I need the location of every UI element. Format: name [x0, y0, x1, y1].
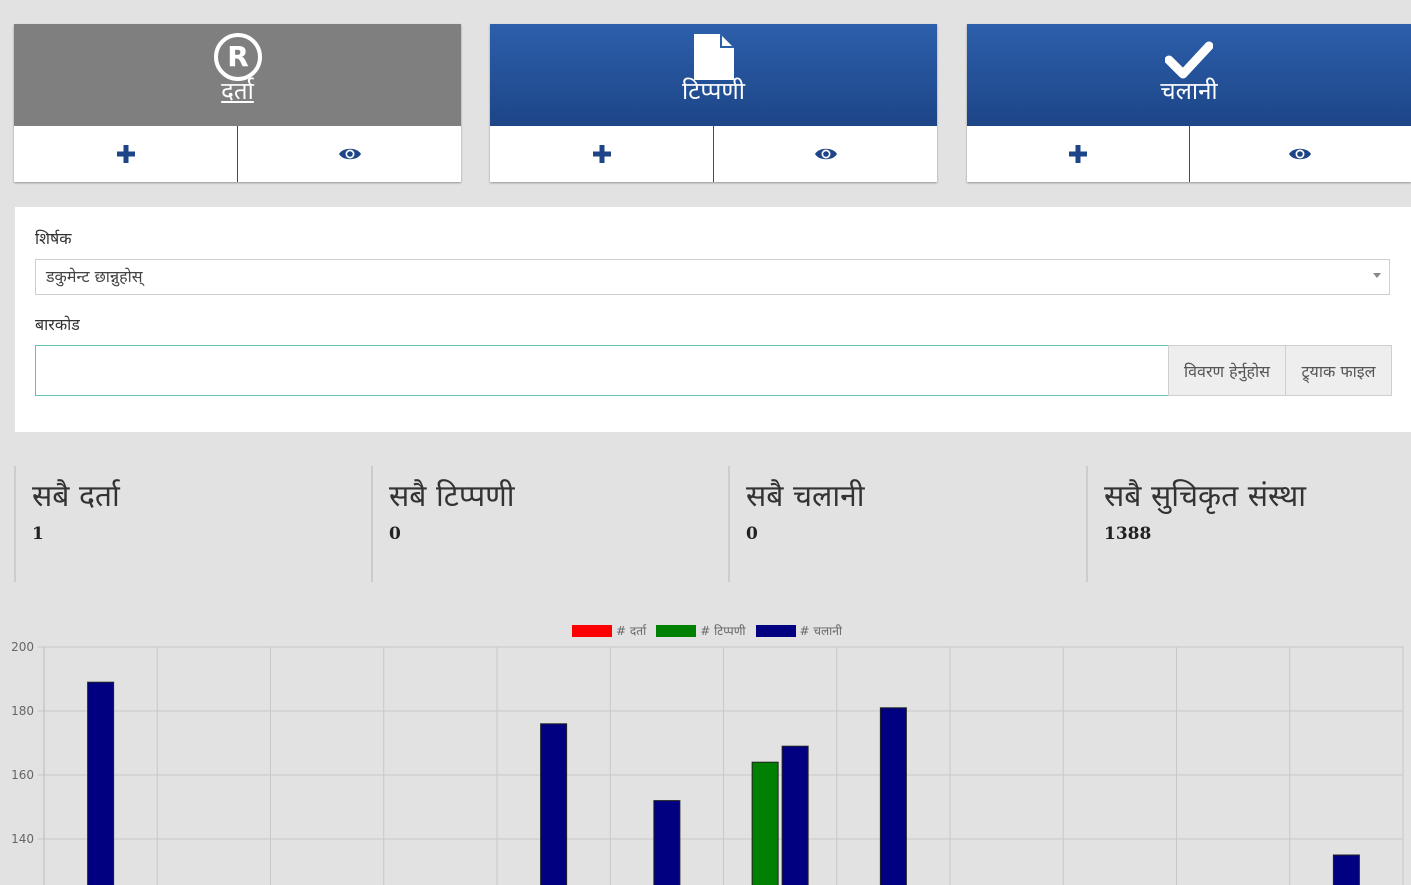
stat-title: सबै चलानी — [746, 479, 865, 514]
title-select[interactable]: डकुमेन्ट छान्नुहोस् — [35, 259, 1390, 295]
eye-icon — [338, 148, 361, 160]
svg-text:R: R — [227, 40, 249, 73]
title-label: शिर्षक — [35, 229, 72, 248]
tippani-card-title: टिप्पणी — [682, 77, 745, 105]
registered-icon: R — [213, 33, 262, 81]
y-tick-label: 160 — [11, 768, 34, 782]
darta-card-title[interactable]: दर्ता — [14, 76, 461, 106]
stat-tippani: सबै टिप्पणी 0 — [371, 466, 713, 582]
plus-icon — [116, 145, 135, 163]
bar-chart: 200 180 160 140 — [11, 640, 1404, 885]
chalani-card: चलानी — [967, 24, 1411, 182]
barcode-input[interactable] — [35, 345, 1169, 396]
tippani-view-button[interactable] — [713, 126, 937, 182]
stat-title: सबै सुचिकृत संस्था — [1104, 479, 1307, 514]
title-select-value: डकुमेन्ट छान्नुहोस् — [46, 267, 143, 286]
chalani-card-title: चलानी — [1160, 77, 1218, 105]
view-details-button[interactable]: विवरण हेर्नुहोस — [1168, 345, 1286, 396]
document-icon — [693, 34, 734, 80]
tippani-card-header[interactable]: टिप्पणी — [490, 24, 937, 126]
document-search-panel: शिर्षक डकुमेन्ट छान्नुहोस् बारकोड विवरण … — [15, 207, 1411, 432]
chalani-view-button[interactable] — [1188, 126, 1411, 182]
darta-card: R दर्ता — [14, 24, 461, 182]
bar-tippani[interactable] — [751, 761, 779, 885]
bar-chalani[interactable] — [87, 681, 115, 885]
eye-icon — [1289, 148, 1312, 160]
stat-title: सबै दर्ता — [32, 479, 120, 514]
darta-add-button[interactable] — [14, 126, 237, 182]
stat-chalani: सबै चलानी 0 — [728, 466, 1070, 582]
bar-chalani[interactable] — [781, 745, 809, 885]
y-tick-label: 140 — [11, 832, 34, 846]
stat-darta: सबै दर्ता 1 — [14, 466, 356, 582]
plus-icon — [1068, 145, 1087, 163]
monthly-chart: # दर्ता # टिप्पणी # चलानी 200 180 160 140 — [0, 612, 1411, 885]
bar-chalani[interactable] — [653, 800, 681, 885]
stat-value: 1388 — [1104, 524, 1152, 544]
bar-chalani[interactable] — [1332, 854, 1360, 885]
stat-value: 0 — [746, 524, 758, 544]
stat-value: 0 — [389, 524, 401, 544]
bar-chalani[interactable] — [879, 707, 907, 885]
check-icon — [1165, 41, 1213, 79]
tippani-add-button[interactable] — [490, 126, 713, 182]
track-file-button[interactable]: ट्र्याक फाइल — [1285, 345, 1392, 396]
stat-registered-organizations: सबै सुचिकृत संस्था 1388 — [1086, 466, 1411, 582]
tippani-card: टिप्पणी — [490, 24, 937, 182]
stat-value: 1 — [32, 524, 44, 544]
darta-view-button[interactable] — [237, 126, 461, 182]
eye-icon — [814, 148, 837, 160]
stat-title: सबै टिप्पणी — [389, 479, 515, 514]
plus-icon — [592, 145, 611, 163]
y-tick-label: 180 — [11, 704, 34, 718]
chalani-card-header[interactable]: चलानी — [967, 24, 1411, 126]
caret-down-icon — [1373, 273, 1381, 278]
chalani-add-button[interactable] — [967, 126, 1189, 182]
y-tick-label: 200 — [11, 640, 34, 654]
bar-chalani[interactable] — [540, 723, 568, 885]
barcode-label: बारकोड — [35, 315, 80, 334]
darta-card-header[interactable]: R दर्ता — [14, 24, 461, 126]
